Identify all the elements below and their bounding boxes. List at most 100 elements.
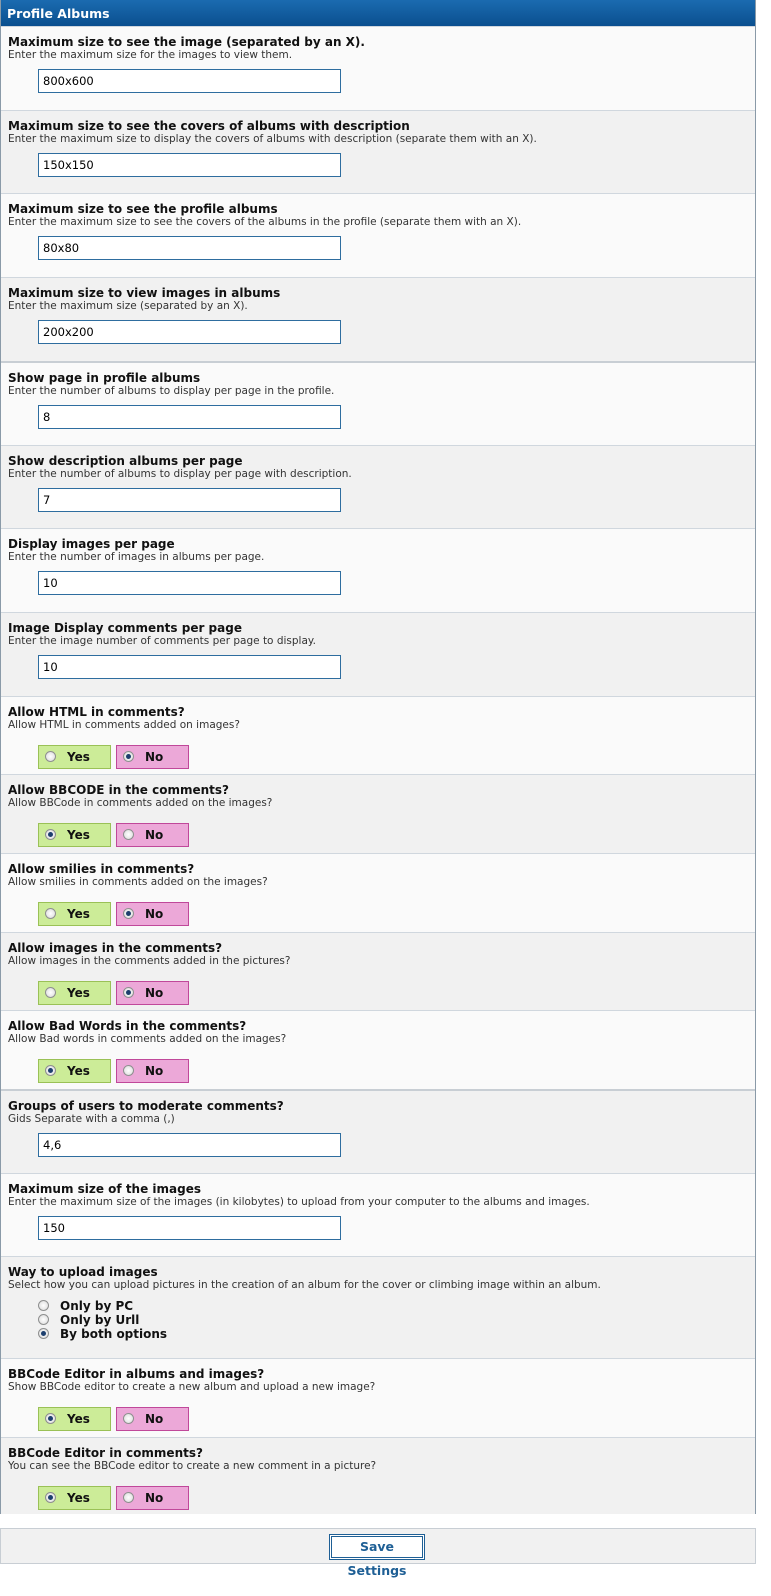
radio-button-icon[interactable]	[45, 1413, 56, 1424]
radio-yes-option[interactable]: Yes	[38, 981, 111, 1005]
setting-text-input[interactable]	[38, 320, 341, 344]
setting-description: Allow smilies in comments added on the i…	[8, 876, 268, 888]
setting-description: Allow HTML in comments added on images?	[8, 719, 240, 731]
radio-yes-option[interactable]: Yes	[38, 745, 111, 769]
setting-row: Way to upload images Select how you can u…	[1, 1256, 755, 1358]
radio-button-icon[interactable]	[45, 987, 56, 998]
setting-row: Maximum size to view images in albums Ent…	[1, 277, 755, 361]
radio-button-icon[interactable]	[45, 751, 56, 762]
radio-button-icon[interactable]	[123, 1413, 134, 1424]
setting-row: Allow smilies in comments? Allow smilies …	[1, 853, 755, 932]
setting-text-input[interactable]	[38, 69, 341, 93]
radio-option-label: No	[145, 907, 164, 921]
setting-row: BBCode Editor in albums and images? Show …	[1, 1358, 755, 1437]
setting-description: Enter the number of albums to display pe…	[8, 385, 335, 397]
setting-text-input[interactable]	[38, 405, 341, 429]
radio-button-icon[interactable]	[45, 908, 56, 919]
radio-button-icon[interactable]	[38, 1300, 49, 1311]
setting-text-input[interactable]	[38, 1216, 341, 1240]
radio-yes-option[interactable]: Yes	[38, 823, 111, 847]
radio-button-icon[interactable]	[123, 751, 134, 762]
radio-option-label: No	[145, 750, 164, 764]
setting-row: Maximum size to see the profile albums En…	[1, 193, 755, 277]
radio-option-label: By both options	[60, 1327, 168, 1341]
setting-label: Show description albums per page	[8, 454, 243, 468]
radio-option-label: Yes	[67, 1412, 90, 1426]
setting-label: BBCode Editor in comments?	[8, 1446, 203, 1460]
setting-description: Allow images in the comments added in th…	[8, 955, 291, 967]
setting-label: Maximum size to see the covers of albums…	[8, 119, 410, 133]
setting-description: Enter the maximum size to see the covers…	[8, 216, 522, 228]
radio-button-icon[interactable]	[123, 908, 134, 919]
setting-label: Allow BBCODE in the comments?	[8, 783, 229, 797]
radio-no-option[interactable]: No	[116, 823, 189, 847]
setting-description: Enter the maximum size of the images (in…	[8, 1196, 590, 1208]
radio-option-label: No	[145, 1064, 164, 1078]
setting-text-input[interactable]	[38, 236, 341, 260]
radio-option-label: No	[145, 1491, 164, 1505]
setting-description: Enter the number of albums to display pe…	[8, 468, 352, 480]
setting-row: Allow BBCODE in the comments? Allow BBCod…	[1, 774, 755, 853]
setting-text-input[interactable]	[38, 1133, 341, 1157]
radio-option-label: Only by Urll	[60, 1313, 140, 1327]
setting-label: Allow smilies in comments?	[8, 862, 195, 876]
radio-option-label: Only by PC	[60, 1299, 134, 1313]
setting-label: Maximum size to see the image (separated…	[8, 35, 365, 49]
setting-description: You can see the BBCode editor to create …	[8, 1460, 377, 1472]
setting-description: Enter the number of images in albums per…	[8, 551, 265, 563]
radio-yes-option[interactable]: Yes	[38, 1486, 111, 1510]
radio-button-icon[interactable]	[123, 1492, 134, 1503]
radio-option-label: Yes	[67, 1491, 90, 1505]
setting-label: Way to upload images	[8, 1265, 158, 1279]
radio-yes-option[interactable]: Yes	[38, 902, 111, 926]
panel-title: Profile Albums	[1, 0, 755, 26]
setting-description: Show BBCode editor to create a new album…	[8, 1381, 376, 1393]
radio-yes-option[interactable]: Yes	[38, 1059, 111, 1083]
setting-text-input[interactable]	[38, 571, 341, 595]
radio-button-icon[interactable]	[45, 829, 56, 840]
setting-label: Image Display comments per page	[8, 621, 242, 635]
radio-no-option[interactable]: No	[116, 1407, 189, 1431]
setting-text-input[interactable]	[38, 488, 341, 512]
setting-row: Show page in profile albums Enter the num…	[1, 361, 755, 445]
radio-no-option[interactable]: No	[116, 981, 189, 1005]
setting-label: Maximum size to view images in albums	[8, 286, 281, 300]
radio-option-label: Yes	[67, 986, 90, 1000]
setting-label: Maximum size to see the profile albums	[8, 202, 278, 216]
radio-no-option[interactable]: No	[116, 745, 189, 769]
radio-option-label: No	[145, 986, 164, 1000]
radio-option-label: Yes	[67, 750, 90, 764]
radio-option-label: Yes	[67, 907, 90, 921]
setting-label: Groups of users to moderate comments?	[8, 1099, 284, 1113]
setting-label: Allow Bad Words in the comments?	[8, 1019, 247, 1033]
setting-row: Allow HTML in comments? Allow HTML in com…	[1, 696, 755, 774]
setting-row: Allow images in the comments? Allow image…	[1, 932, 755, 1010]
radio-button-icon[interactable]	[45, 1065, 56, 1076]
radio-no-option[interactable]: No	[116, 1486, 189, 1510]
setting-row: Show description albums per page Enter th…	[1, 445, 755, 528]
radio-no-option[interactable]: No	[116, 1059, 189, 1083]
radio-no-option[interactable]: No	[116, 902, 189, 926]
setting-description: Allow BBCode in comments added on the im…	[8, 797, 273, 809]
radio-yes-option[interactable]: Yes	[38, 1407, 111, 1431]
radio-button-icon[interactable]	[123, 829, 134, 840]
radio-button-icon[interactable]	[45, 1492, 56, 1503]
radio-option-label: No	[145, 828, 164, 842]
setting-text-input[interactable]	[38, 655, 341, 679]
setting-row: Groups of users to moderate comments? Gid…	[1, 1089, 755, 1173]
radio-option-label: No	[145, 1412, 164, 1426]
radio-option-label: Yes	[67, 828, 90, 842]
setting-text-input[interactable]	[38, 153, 341, 177]
radio-button-icon[interactable]	[123, 1065, 134, 1076]
setting-label: Maximum size of the images	[8, 1182, 202, 1196]
setting-description: Enter the maximum size for the images to…	[8, 49, 293, 61]
save-settings-button[interactable]: Save Settings	[329, 1534, 425, 1578]
radio-button-icon[interactable]	[38, 1328, 49, 1339]
setting-description: Enter the maximum size (separated by an …	[8, 300, 248, 312]
setting-row: BBCode Editor in comments? You can see th…	[1, 1437, 755, 1514]
form-footer: Save Settings	[0, 1528, 756, 1578]
radio-option-label: Yes	[67, 1064, 90, 1078]
radio-button-icon[interactable]	[123, 987, 134, 998]
radio-button-icon[interactable]	[38, 1314, 49, 1325]
setting-description: Allow Bad words in comments added on the…	[8, 1033, 287, 1045]
